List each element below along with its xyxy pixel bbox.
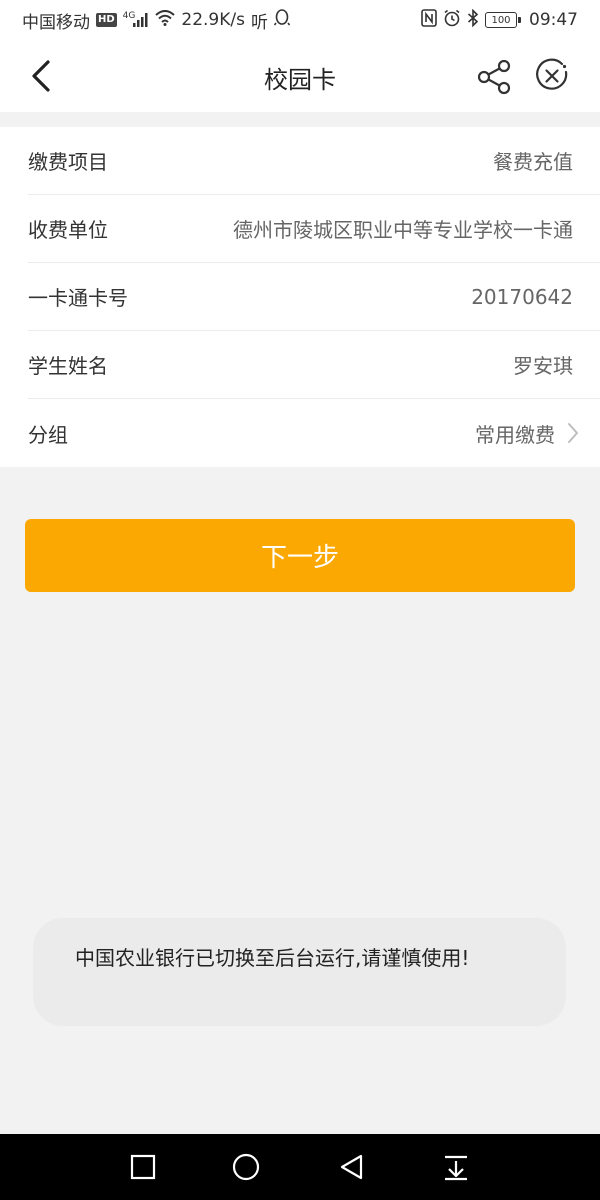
signal-icon: 4G <box>122 11 150 27</box>
nfc-icon <box>421 8 437 32</box>
form-row-card-number: 一卡通卡号 20170642 <box>28 263 600 331</box>
clock: 09:47 <box>529 10 578 30</box>
payee-value: 德州市陵城区职业中等专业学校一卡通 <box>233 218 573 242</box>
wifi-icon <box>155 9 176 31</box>
network-speed: 22.9K/s <box>181 10 245 30</box>
form-row-payee: 收费单位 德州市陵城区职业中等专业学校一卡通 <box>28 195 600 263</box>
pull-down-icon <box>445 1155 467 1181</box>
listen-label: 听 <box>250 12 268 33</box>
form-row-group[interactable]: 分组 常用缴费 <box>28 399 600 467</box>
share-icon <box>477 59 511 95</box>
close-button[interactable] <box>534 58 570 94</box>
notification-pull-button[interactable] <box>441 1152 471 1182</box>
payment-item-label: 缴费项目 <box>28 150 108 174</box>
qq-icon <box>273 8 291 32</box>
toast-message: 中国农业银行已切换至后台运行,请谨慎使用! <box>75 946 470 970</box>
group-value: 常用缴费 <box>475 422 555 447</box>
card-number-label: 一卡通卡号 <box>28 286 128 310</box>
bluetooth-icon <box>467 8 479 32</box>
close-circle-icon <box>536 58 568 90</box>
triangle-back-icon <box>340 1154 363 1180</box>
network-type-label: 4G <box>122 11 136 21</box>
form-row-student-name: 学生姓名 罗安琪 <box>28 331 600 399</box>
carrier-label: 中国移动 <box>22 12 90 33</box>
payment-form: 缴费项目 餐费充值 收费单位 德州市陵城区职业中等专业学校一卡通 一卡通卡号 2… <box>0 127 600 467</box>
recent-apps-button[interactable] <box>128 1152 158 1182</box>
background-running-toast: 中国农业银行已切换至后台运行,请谨慎使用! <box>33 918 566 1026</box>
next-step-button[interactable]: 下一步 <box>25 519 575 592</box>
share-button[interactable] <box>476 58 514 96</box>
group-selector[interactable]: 常用缴费 <box>475 419 578 448</box>
circle-icon <box>232 1153 260 1181</box>
group-label: 分组 <box>28 422 68 447</box>
status-right: 100 09:47 <box>421 8 578 32</box>
nav-header: 校园卡 <box>0 40 600 112</box>
payment-item-value: 餐费充值 <box>493 150 573 174</box>
hd-badge: HD <box>96 13 117 27</box>
system-navigation-bar <box>0 1134 600 1200</box>
alarm-icon <box>443 9 461 32</box>
battery-level: 100 <box>491 14 511 26</box>
card-number-value: 20170642 <box>471 284 573 309</box>
status-left: 中国移动 HD 4G 22.9K/s 听 <box>22 8 291 33</box>
student-name-label: 学生姓名 <box>28 354 108 378</box>
home-button[interactable] <box>231 1152 261 1182</box>
payee-label: 收费单位 <box>28 218 108 242</box>
form-row-payment-item: 缴费项目 餐费充值 <box>28 127 600 195</box>
status-bar: 中国移动 HD 4G 22.9K/s 听 100 09:47 <box>0 0 600 40</box>
battery-icon: 100 <box>485 12 521 28</box>
system-back-button[interactable] <box>337 1152 367 1182</box>
chevron-right-icon <box>568 423 578 443</box>
student-name-value: 罗安琪 <box>513 354 573 378</box>
square-icon <box>130 1154 156 1180</box>
